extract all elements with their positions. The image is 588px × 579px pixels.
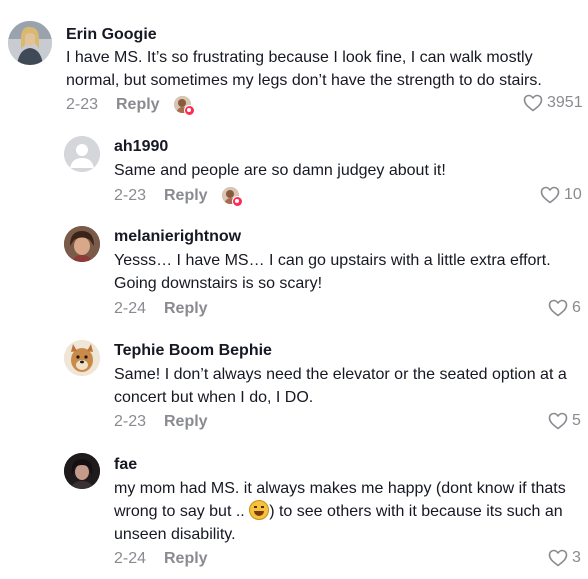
- avatar[interactable]: [64, 136, 100, 172]
- comment-erin-googie: Erin Googie I have MS. It’s so frustrati…: [0, 0, 588, 125]
- comment-username[interactable]: ah1990: [114, 138, 168, 156]
- comment-text: Same! I don’t always need the elevator o…: [114, 366, 567, 406]
- comment-text: Same and people are so damn judgey about…: [114, 162, 446, 179]
- reply-ah1990: ah1990 Same and people are so damn judge…: [0, 125, 588, 217]
- reply-fae: fae my mom had MS. it always makes me ha…: [0, 447, 588, 579]
- reply-button[interactable]: Reply: [116, 96, 160, 114]
- like-count: 3951: [547, 94, 583, 111]
- heart-outline-icon: [523, 94, 543, 112]
- heart-outline-icon: [548, 299, 568, 317]
- heart-outline-icon: [548, 549, 568, 567]
- comment-date: 2-24: [114, 300, 147, 317]
- heart-badge-icon: [184, 105, 195, 116]
- like-button[interactable]: 6: [548, 299, 581, 317]
- like-button[interactable]: 10: [540, 186, 582, 204]
- comment-date: 2-23: [114, 187, 147, 204]
- like-count: 6: [572, 299, 581, 316]
- avatar[interactable]: [64, 340, 100, 376]
- reply-melanierightnow: melanierightnow Yesss… I have MS… I can …: [0, 217, 588, 332]
- like-button[interactable]: 3951: [523, 94, 583, 112]
- comment-username[interactable]: melanierightnow: [114, 228, 241, 246]
- comment-date: 2-24: [114, 550, 147, 567]
- heart-outline-icon: [540, 186, 560, 204]
- like-count: 3: [572, 549, 581, 566]
- reply-button[interactable]: Reply: [164, 413, 208, 431]
- heart-badge-icon: [232, 196, 243, 207]
- reply-button[interactable]: Reply: [164, 300, 208, 318]
- comment-text: my mom had MS. it always makes me happy …: [114, 477, 578, 546]
- heart-outline-icon: [548, 412, 568, 430]
- like-button[interactable]: 3: [548, 549, 581, 567]
- comment-username[interactable]: fae: [114, 456, 137, 474]
- comment-text: Yesss… I have MS… I can go upstairs with…: [114, 252, 551, 292]
- like-button[interactable]: 5: [548, 412, 581, 430]
- avatar[interactable]: [8, 21, 52, 65]
- comment-text: I have MS. It’s so frustrating because I…: [66, 49, 542, 89]
- reply-button[interactable]: Reply: [164, 187, 208, 205]
- avatar[interactable]: [64, 226, 100, 262]
- like-count: 5: [572, 412, 581, 429]
- creator-liked-badge: [222, 187, 243, 207]
- reply-tephie-boom-bephie: Tephie Boom Bephie Same! I don’t always …: [0, 332, 588, 447]
- reply-button[interactable]: Reply: [164, 550, 208, 568]
- comment-date: 2-23: [114, 413, 147, 430]
- avatar[interactable]: [64, 453, 100, 489]
- grinning-sweat-emoji-icon: [249, 500, 270, 520]
- like-count: 10: [564, 186, 582, 203]
- comment-username[interactable]: Tephie Boom Bephie: [114, 342, 272, 360]
- comment-username[interactable]: Erin Googie: [66, 26, 157, 44]
- creator-liked-badge: [174, 96, 195, 116]
- comment-date: 2-23: [66, 96, 99, 113]
